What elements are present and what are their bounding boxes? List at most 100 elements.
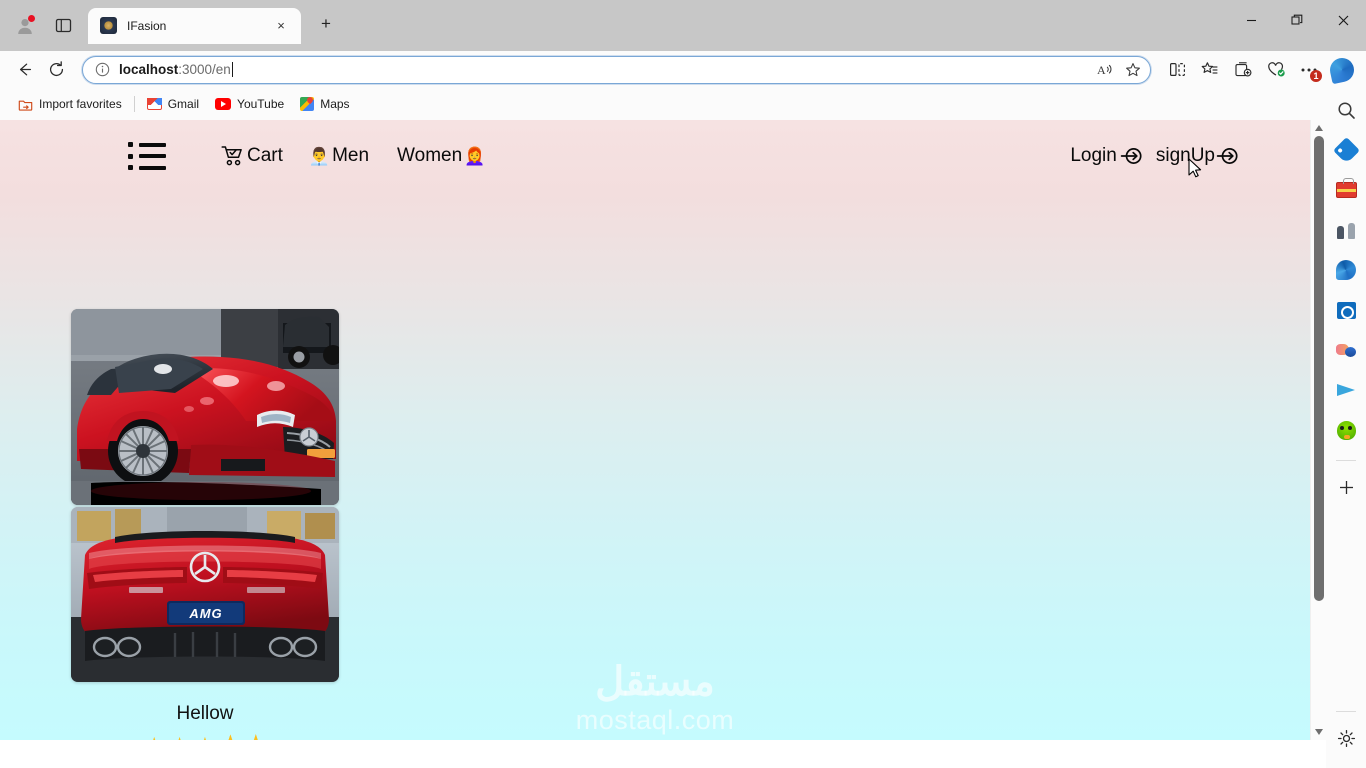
nav-link-women[interactable]: Women 👩‍🦰 (391, 143, 491, 169)
product-image-front[interactable] (71, 309, 339, 505)
read-aloud-glyph: A (1097, 63, 1111, 77)
sidebar-divider-top (1336, 460, 1356, 461)
tab-actions-button[interactable] (46, 9, 80, 43)
add-favorite-star-icon[interactable] (1120, 58, 1146, 82)
search-icon (1337, 101, 1355, 119)
red-mercedes-cls-front-photo (71, 309, 339, 505)
maximize-restore-button[interactable] (1274, 0, 1320, 40)
star-5-empty[interactable]: ★ (244, 734, 268, 740)
sidebar-item-designer[interactable] (1330, 334, 1362, 366)
login-label: Login (1070, 145, 1117, 166)
youtube-icon (215, 98, 232, 110)
collections-glyph (1235, 62, 1252, 77)
ifasion-page: Cart 👨‍💼 Men Women 👩‍🦰 Login (0, 120, 1310, 740)
list-menu-icon[interactable] (128, 142, 168, 170)
profile-notification-dot (28, 14, 35, 22)
login-link[interactable]: Login (1070, 145, 1142, 167)
settings-and-more-icon[interactable]: 1 (1293, 54, 1325, 86)
restore-icon (1291, 14, 1303, 25)
minimize-button[interactable] (1228, 0, 1274, 40)
product-rating-stars[interactable]: ★ ★ ★ ★ ★ (71, 734, 339, 741)
nav-link-label: Men (332, 145, 370, 166)
gmail-icon (146, 98, 162, 110)
window-close-button[interactable] (1320, 0, 1366, 40)
bookmark-label: Import favorites (39, 97, 122, 111)
split-screen-glyph (1169, 62, 1185, 77)
tab-close-button[interactable]: × (269, 14, 293, 38)
bookmark-import-favorites[interactable]: Import favorites (10, 92, 130, 116)
games-icon (1336, 220, 1356, 240)
collections-icon[interactable] (1227, 54, 1259, 86)
man-emoji: 👨‍💼 (308, 146, 331, 166)
sidebar-item-search[interactable] (1330, 94, 1362, 126)
sidebar-settings-button[interactable] (1330, 722, 1362, 754)
tab-title: IFasion (127, 18, 167, 33)
product-card[interactable]: AMG Hellow (71, 309, 339, 740)
star-1-full[interactable]: ★ (143, 735, 165, 741)
nav-link-cart[interactable]: Cart (215, 143, 289, 169)
page-scrollbar[interactable] (1310, 120, 1326, 740)
tab-strip: IFasion × + (0, 0, 1366, 51)
site-information-icon[interactable] (91, 59, 113, 81)
sidebar-item-games[interactable] (1330, 214, 1362, 246)
bookmark-gmail[interactable]: Gmail (139, 92, 207, 116)
read-aloud-icon[interactable]: A (1092, 58, 1118, 82)
star-3-full[interactable]: ★ (194, 735, 216, 741)
sidebar-item-shopping[interactable] (1330, 134, 1362, 166)
product-image-rear[interactable]: AMG (71, 507, 339, 682)
browser-essentials-icon[interactable] (1260, 54, 1292, 86)
bookmark-label: Maps (320, 97, 350, 111)
ifasion-logo[interactable] (40, 136, 80, 176)
back-button[interactable] (8, 54, 40, 86)
sidebar-item-outlook[interactable] (1330, 294, 1362, 326)
split-screen-icon[interactable] (1161, 54, 1193, 86)
star-2-full[interactable]: ★ (168, 735, 190, 741)
browser-toolbar: localhost:3000/en A 1 (0, 51, 1366, 88)
site-auth-links: Login signUp (1070, 145, 1280, 167)
telegram-icon (1337, 384, 1355, 396)
sidebar-item-copilot[interactable] (1330, 254, 1362, 286)
browser-essentials-heart-glyph (1267, 62, 1285, 77)
sidebar-add-app-button[interactable] (1330, 471, 1362, 503)
settings-update-badge: 1 (1310, 69, 1322, 82)
nav-link-label: Women (397, 145, 463, 166)
red-mercedes-amg-rear-photo: AMG (71, 507, 339, 682)
arrow-right-circle-icon (1216, 148, 1238, 164)
profile-avatar-button[interactable] (8, 9, 42, 43)
arrow-right-circle-icon (1120, 148, 1142, 164)
sidebar-item-duolingo[interactable] (1330, 414, 1362, 446)
bookmark-label: YouTube (237, 97, 285, 111)
bookmark-label: Gmail (167, 97, 200, 111)
page-scroll-thumb[interactable] (1313, 136, 1324, 601)
scroll-down-arrow-icon[interactable] (1311, 724, 1327, 740)
sidebar-item-tools[interactable] (1330, 174, 1362, 206)
copilot-icon[interactable] (1326, 54, 1358, 86)
watermark-arabic: مستقل (595, 659, 715, 704)
sidebar-settings-gear-icon (1337, 729, 1355, 747)
favorites-icon[interactable] (1194, 54, 1226, 86)
signup-link[interactable]: signUp (1156, 145, 1238, 167)
vertical-tabs-icon (55, 18, 71, 33)
scroll-up-arrow-icon[interactable] (1311, 120, 1327, 136)
address-bar[interactable]: localhost:3000/en A (82, 55, 1151, 84)
plus-icon (1339, 480, 1353, 494)
nav-link-men[interactable]: 👨‍💼 Men (303, 143, 375, 169)
window-controls (1228, 0, 1366, 40)
address-bar-text: localhost:3000/en (119, 62, 1092, 77)
product-title: Hellow (176, 703, 234, 724)
new-tab-button[interactable]: + (311, 9, 341, 39)
browser-window: IFasion × + localhost:3000/en A 1 Impor… (0, 0, 1366, 768)
scroll-track[interactable] (1311, 136, 1327, 724)
bookmark-youtube[interactable]: YouTube (207, 92, 292, 116)
address-bar-actions: A (1092, 58, 1146, 82)
site-nav-links: Cart 👨‍💼 Men Women 👩‍🦰 (215, 143, 491, 169)
browser-tab[interactable]: IFasion × (88, 7, 301, 44)
sidebar-item-telegram[interactable] (1330, 374, 1362, 406)
star-4-half[interactable]: ★ (218, 734, 242, 740)
woman-emoji: 👩‍🦰 (464, 146, 486, 166)
bookmark-maps[interactable]: Maps (292, 92, 357, 116)
svg-text:AMG: AMG (188, 606, 222, 621)
refresh-button[interactable] (40, 54, 72, 86)
nav-link-label: Cart (247, 145, 283, 166)
minimize-icon (1246, 19, 1256, 21)
